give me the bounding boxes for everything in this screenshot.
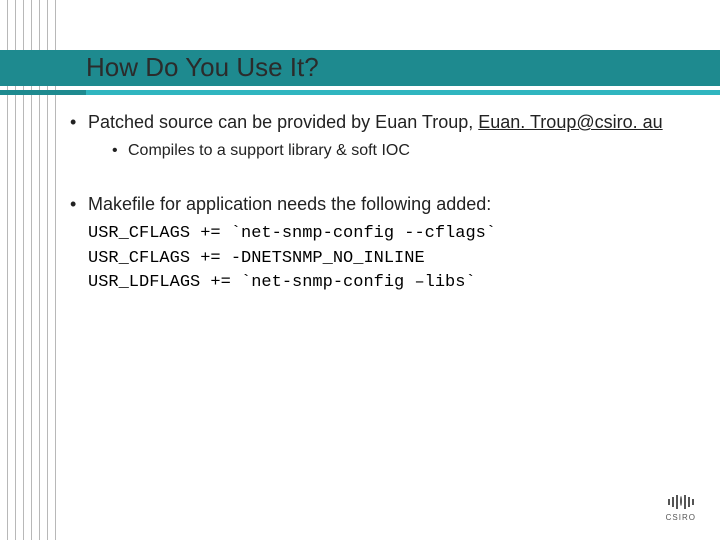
code-block: USR_CFLAGS += `net-snmp-config --cflags`… (88, 222, 680, 296)
logo-icon (668, 493, 694, 511)
bullet-makefile: Makefile for application needs the follo… (70, 192, 680, 216)
bullet-patched-source: Patched source can be provided by Euan T… (70, 110, 680, 162)
subbullet-compiles: Compiles to a support library & soft IOC (112, 140, 680, 162)
slide-title: How Do You Use It? (86, 52, 319, 83)
code-line-2: USR_CFLAGS += -DNETSNMP_NO_INLINE (88, 247, 680, 272)
header-accent (0, 90, 720, 95)
bullet-text: Patched source can be provided by Euan T… (88, 112, 478, 132)
code-line-1: USR_CFLAGS += `net-snmp-config --cflags` (88, 222, 680, 247)
logo-text: CSIRO (666, 513, 696, 522)
code-line-3: USR_LDFLAGS += `net-snmp-config –libs` (88, 271, 680, 296)
slide: How Do You Use It? Patched source can be… (0, 0, 720, 540)
slide-body: Patched source can be provided by Euan T… (70, 110, 680, 296)
csiro-logo: CSIRO (666, 492, 696, 522)
contact-email: Euan. Troup@csiro. au (478, 112, 662, 132)
